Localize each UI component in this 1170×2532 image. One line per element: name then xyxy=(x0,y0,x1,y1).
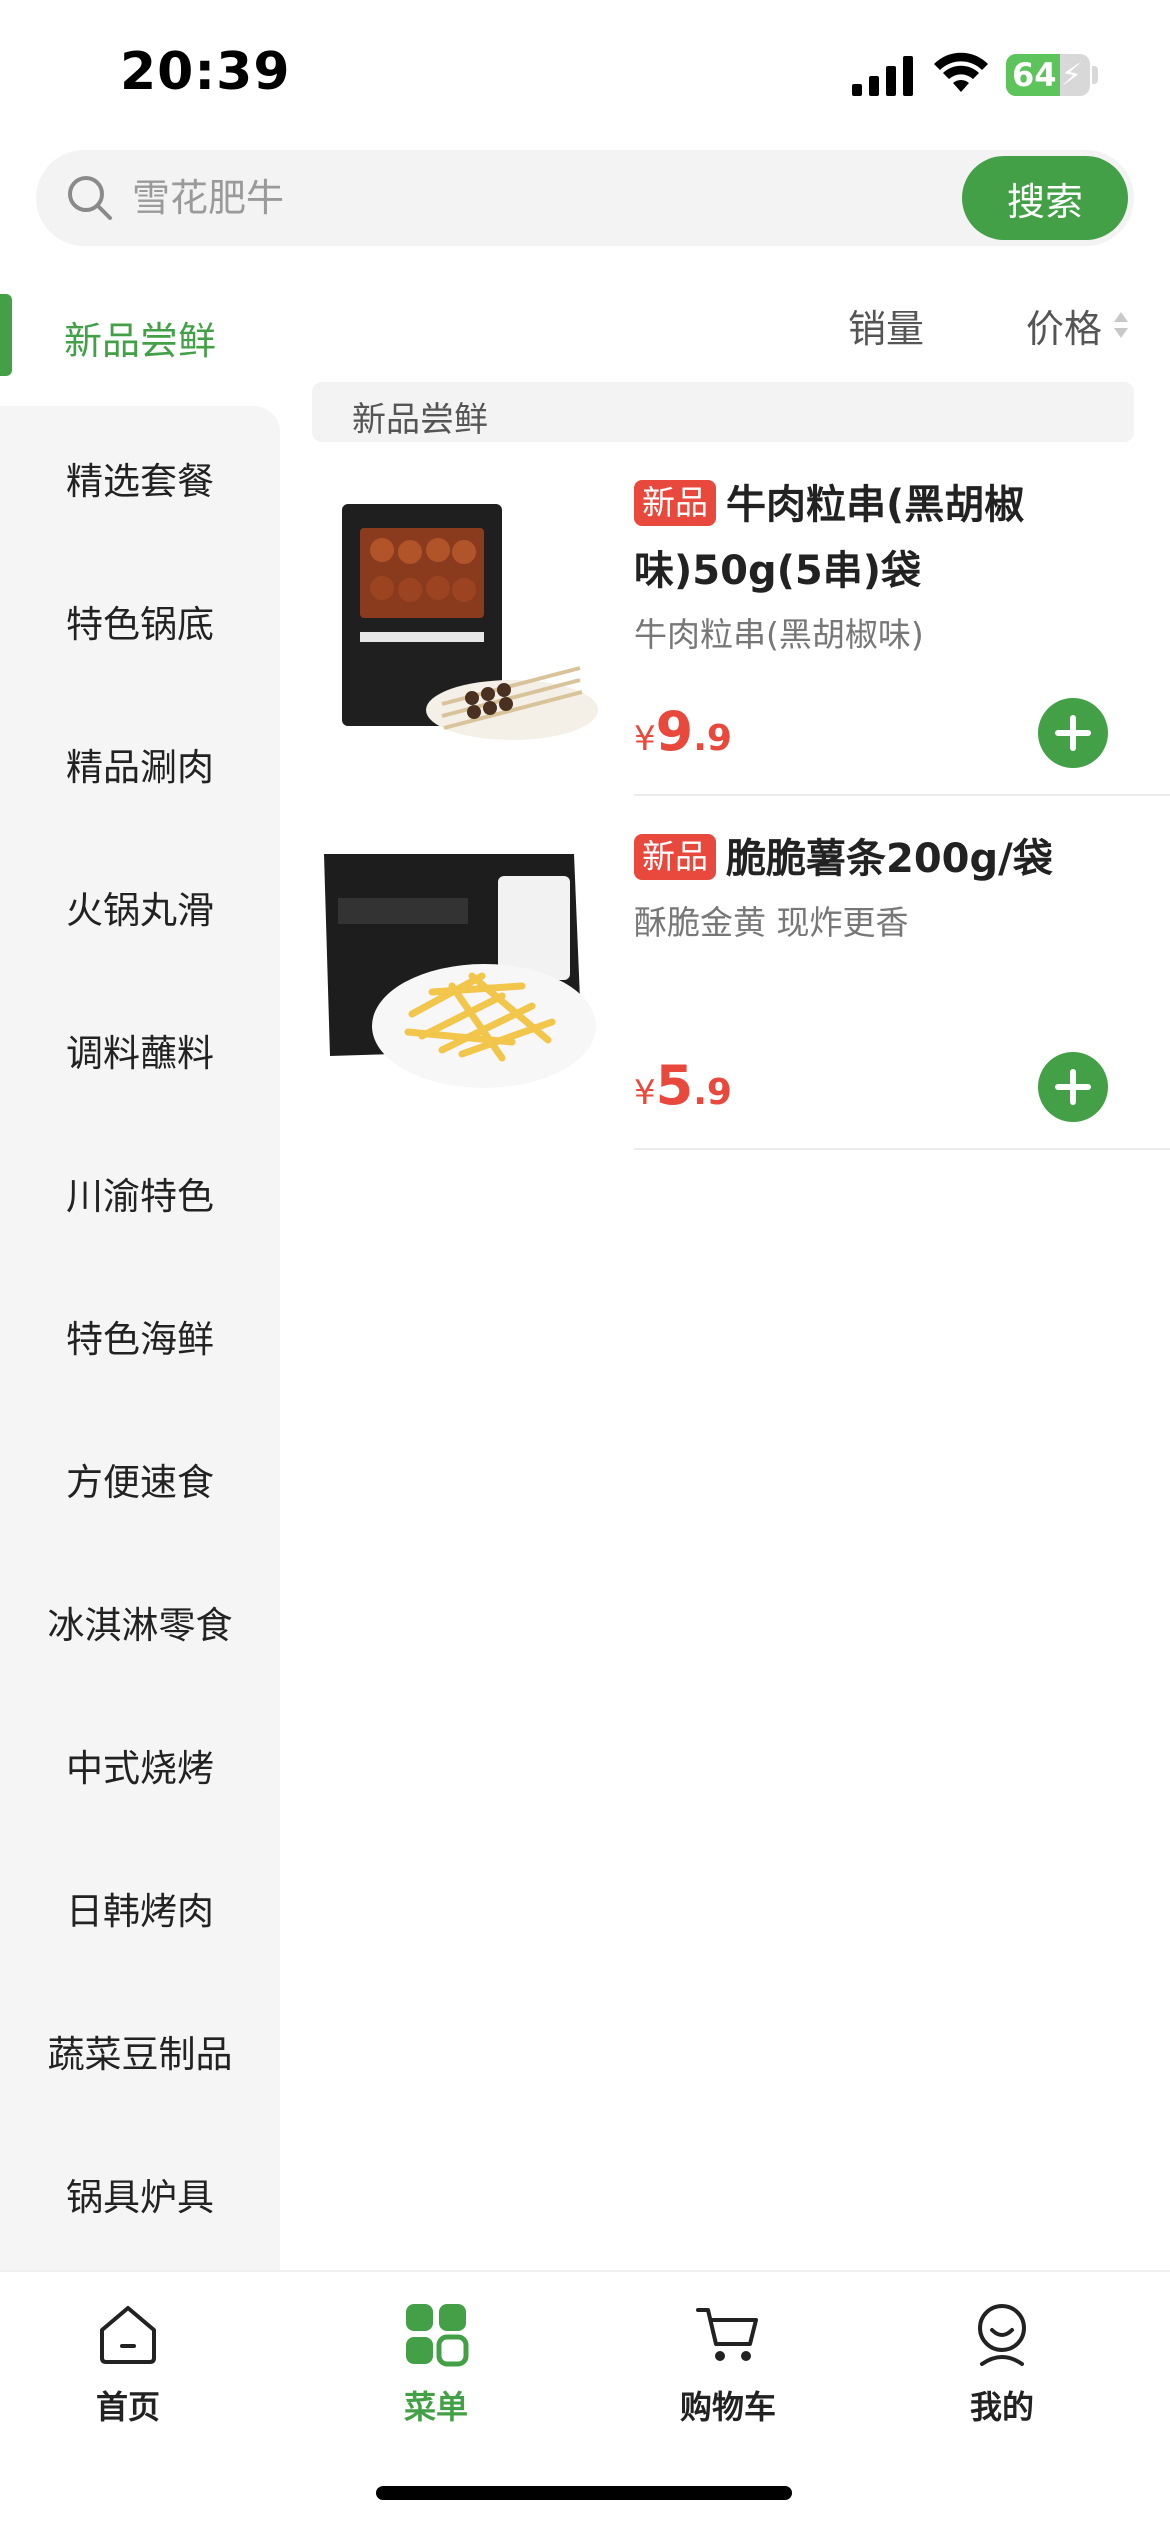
product-subtitle: 酥脆金黄 现炸更香 xyxy=(634,903,909,942)
tab-label: 菜单 xyxy=(403,2388,468,2426)
tab-label: 我的 xyxy=(969,2388,1034,2426)
battery-tip xyxy=(1092,66,1098,84)
tab-cart[interactable]: 购物车 xyxy=(628,2298,828,2448)
plus-icon xyxy=(1055,715,1091,751)
sidebar-item-label: 新品尝鲜 xyxy=(63,319,216,363)
category-sidebar: 新品尝鲜 精选套餐 特色锅底 精品涮肉 火锅丸滑 调料蘸料 川渝特色 特色海鲜 … xyxy=(0,282,280,2282)
tab-label: 首页 xyxy=(95,2388,160,2426)
product-subtitle: 牛肉粒串(黑胡椒味) xyxy=(634,615,924,654)
menu-grid-icon xyxy=(406,2304,469,2367)
product-card[interactable]: 新品 牛肉粒串(黑胡椒味)50g(5串)袋 牛肉粒串(黑胡椒味) ¥9.9 xyxy=(312,472,1170,826)
home-icon xyxy=(100,2306,156,2364)
product-title: 新品 脆脆薯条200g/袋 xyxy=(634,826,1170,892)
product-price: ¥5.9 xyxy=(634,1054,732,1117)
sidebar-item[interactable]: 火锅丸滑 xyxy=(0,835,280,978)
add-to-cart-button[interactable] xyxy=(1038,698,1108,768)
tab-mine[interactable]: 我的 xyxy=(902,2298,1102,2448)
sidebar-item[interactable]: 精品涮肉 xyxy=(0,692,280,835)
status-time: 20:39 xyxy=(120,42,291,102)
product-price: ¥9.9 xyxy=(634,700,732,763)
profile-icon xyxy=(978,2304,1026,2366)
cart-icon xyxy=(696,2308,758,2361)
sidebar-item[interactable]: 特色海鲜 xyxy=(0,1264,280,1407)
sort-by-price[interactable]: 价格 xyxy=(1026,298,1102,353)
product-info: 新品 牛肉粒串(黑胡椒味)50g(5串)袋 牛肉粒串(黑胡椒味) xyxy=(634,472,1170,656)
sidebar-item[interactable]: 蔬菜豆制品 xyxy=(0,1979,280,2122)
product-title: 新品 牛肉粒串(黑胡椒味)50g(5串)袋 xyxy=(634,472,1170,604)
section-title: 新品尝鲜 xyxy=(352,400,488,440)
new-badge: 新品 xyxy=(634,480,716,526)
divider xyxy=(634,794,1170,796)
sidebar-item[interactable]: 日韩烤肉 xyxy=(0,1836,280,1979)
sidebar-item[interactable]: 冰淇淋零食 xyxy=(0,1550,280,1693)
status-bar: 20:39 64 ⚡ xyxy=(0,0,1170,140)
product-card[interactable]: 新品 脆脆薯条200g/袋 酥脆金黄 现炸更香 ¥5.9 xyxy=(312,826,1170,1180)
sidebar-item[interactable]: 调料蘸料 xyxy=(0,978,280,1121)
sidebar-item[interactable]: 锅具炉具 xyxy=(0,2122,280,2265)
battery-level: 64 xyxy=(1012,56,1057,94)
product-info: 新品 脆脆薯条200g/袋 酥脆金黄 现炸更香 xyxy=(634,826,1170,944)
sidebar-item-active[interactable]: 新品尝鲜 xyxy=(0,282,280,406)
sidebar-item[interactable]: 川渝特色 xyxy=(0,1121,280,1264)
search-bar: 搜索 xyxy=(36,150,1134,246)
sidebar-item[interactable]: 方便速食 xyxy=(0,1407,280,1550)
product-title-text: 脆脆薯条200g/袋 xyxy=(726,836,1053,882)
menu-page: 20:39 64 ⚡ 搜索 新品尝鲜 xyxy=(0,0,1170,2532)
sort-arrows-icon xyxy=(1114,312,1128,338)
battery-icon: 64 ⚡ xyxy=(1006,54,1090,96)
cellular-signal-icon xyxy=(852,56,913,96)
product-image-beef-skewer xyxy=(342,504,598,740)
add-to-cart-button[interactable] xyxy=(1038,1052,1108,1122)
home-indicator xyxy=(376,2486,792,2500)
search-input[interactable] xyxy=(132,170,952,226)
divider xyxy=(634,1148,1170,1150)
product-image-french-fries xyxy=(324,854,596,1088)
sidebar-item[interactable]: 中式烧烤 xyxy=(0,1693,280,1836)
new-badge: 新品 xyxy=(634,834,716,880)
sidebar-item[interactable]: 精选套餐 xyxy=(0,406,280,549)
tab-menu[interactable]: 菜单 xyxy=(336,2298,536,2448)
section-header: 新品尝鲜 xyxy=(312,382,1134,442)
wifi-icon xyxy=(934,52,988,92)
charging-bolt-icon: ⚡ xyxy=(1060,58,1082,93)
tab-home[interactable]: 首页 xyxy=(28,2298,228,2448)
sort-by-sales[interactable]: 销量 xyxy=(848,298,924,353)
tab-label: 购物车 xyxy=(679,2388,776,2426)
sidebar-list: 精选套餐 特色锅底 精品涮肉 火锅丸滑 调料蘸料 川渝特色 特色海鲜 方便速食 … xyxy=(0,406,280,2282)
sidebar-item[interactable]: 特色锅底 xyxy=(0,549,280,692)
plus-icon xyxy=(1055,1069,1091,1105)
search-icon xyxy=(68,176,112,220)
search-button[interactable]: 搜索 xyxy=(962,156,1128,240)
